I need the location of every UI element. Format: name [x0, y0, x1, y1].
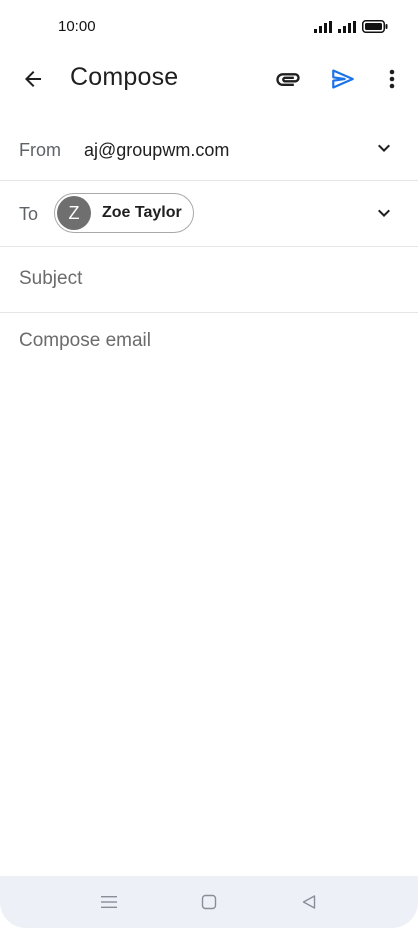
to-label: To — [19, 204, 39, 224]
nav-back-button[interactable] — [297, 890, 321, 914]
from-label: From — [19, 140, 61, 160]
home-square-icon — [201, 894, 217, 910]
to-row[interactable]: To Z Zoe Taylor — [0, 181, 418, 247]
more-options-button[interactable] — [378, 64, 406, 94]
recipient-chip[interactable]: Z Zoe Taylor — [54, 193, 194, 233]
app-bar: Compose — [0, 56, 418, 102]
avatar: Z — [57, 196, 91, 230]
compose-screen: 10:00 Compose From aj@groupwm.com To Z Z… — [0, 0, 418, 928]
chevron-down-icon — [378, 144, 390, 152]
status-bar: 10:00 — [0, 0, 418, 56]
back-arrow-icon — [25, 71, 41, 87]
send-icon — [332, 69, 354, 89]
recipient-name: Zoe Taylor — [102, 204, 182, 221]
back-triangle-icon — [302, 895, 316, 909]
from-expand-button[interactable] — [372, 136, 396, 160]
send-button[interactable] — [328, 64, 358, 94]
nav-home-button[interactable] — [197, 890, 221, 914]
chevron-down-icon — [378, 209, 390, 217]
system-nav-bar — [0, 876, 418, 928]
to-expand-button[interactable] — [372, 201, 396, 225]
page-title: Compose — [70, 63, 179, 91]
status-icons — [314, 20, 388, 38]
subject-row — [0, 247, 418, 313]
attach-button[interactable] — [273, 64, 303, 94]
more-vert-icon — [389, 69, 395, 89]
menu-icon — [101, 896, 117, 908]
from-address[interactable]: aj@groupwm.com — [84, 140, 229, 161]
subject-input[interactable] — [19, 265, 389, 293]
signal-icon — [314, 20, 332, 38]
from-row[interactable]: From aj@groupwm.com — [0, 118, 418, 181]
back-button[interactable] — [18, 64, 48, 94]
signal-icon — [338, 20, 356, 38]
status-time: 10:00 — [58, 18, 96, 35]
paperclip-icon — [276, 73, 300, 86]
nav-menu-button[interactable] — [97, 890, 121, 914]
battery-icon — [362, 20, 388, 38]
compose-body-input[interactable] — [19, 330, 399, 850]
